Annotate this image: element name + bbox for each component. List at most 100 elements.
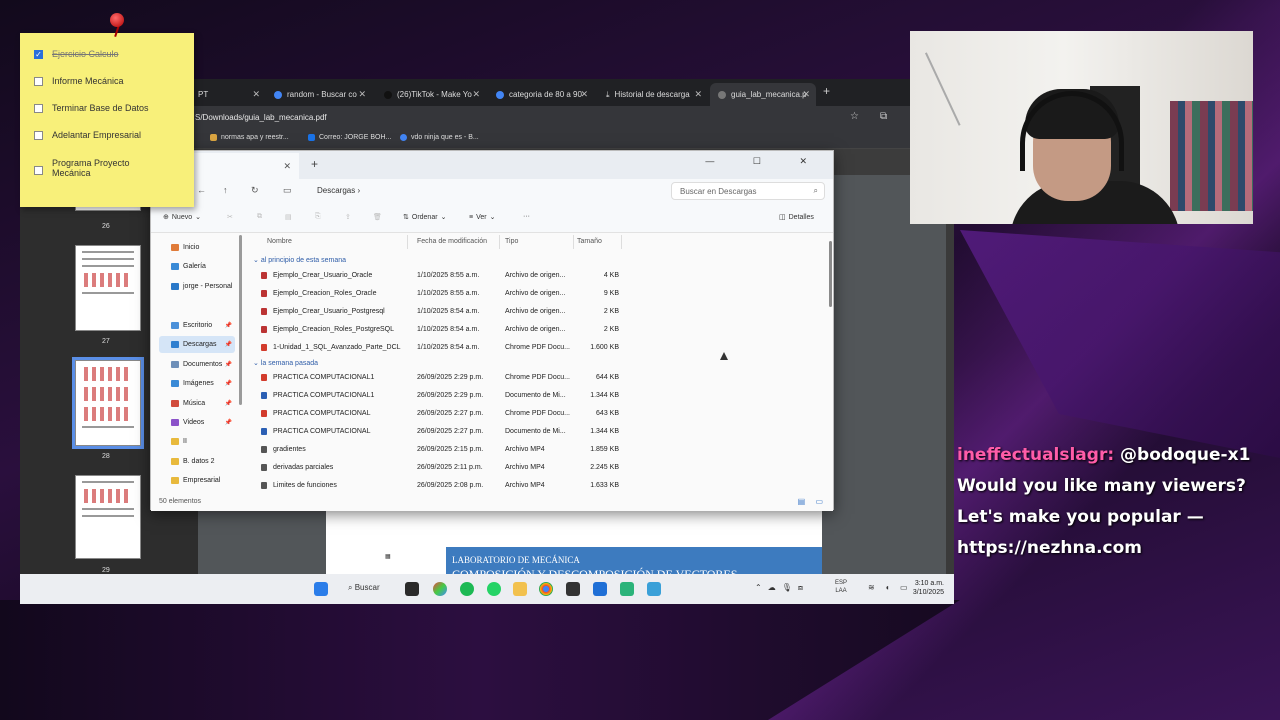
nav-item-imagenes[interactable]: Imágenes 📌 <box>159 375 235 392</box>
column-header-date[interactable]: Fecha de modificación <box>417 238 487 245</box>
window-controls[interactable]: — ☐ ✕ <box>705 156 825 167</box>
table-row[interactable]: derivadas parciales 26/09/2025 2:11 p.m. A… <box>247 459 827 477</box>
browser-tab[interactable]: ⤓ Historial de descarga ✕ <box>598 83 708 106</box>
monitor-icon[interactable]: ▭ <box>283 185 292 196</box>
spotify-icon[interactable] <box>460 582 474 596</box>
group-header[interactable]: ⌄ al principio de esta semana <box>253 256 346 264</box>
browser-tab[interactable]: categoria de 80 a 90 ✕ <box>488 83 594 106</box>
checkbox[interactable] <box>34 104 43 113</box>
view-button[interactable]: ≡ Ver ⌄ <box>469 213 495 222</box>
breadcrumb[interactable]: Descargas › <box>317 186 360 195</box>
nav-pane-scrollbar[interactable] <box>239 235 242 405</box>
task-view-icon[interactable] <box>405 582 419 596</box>
nav-item-folder[interactable]: Empresarial <box>159 472 235 489</box>
network-volume-battery-icons[interactable]: ≋ ◖ ▭ <box>868 583 912 592</box>
table-row[interactable]: PRACTICA COMPUTACIONAL1 26/09/2025 2:29 p… <box>247 387 827 405</box>
details-button[interactable]: ◫ Detalles <box>779 213 814 222</box>
nav-item-escritorio[interactable]: Escritorio 📌 <box>159 317 235 334</box>
checkbox-checked[interactable]: ✓ <box>34 50 43 59</box>
share-icon[interactable]: ⇪ <box>345 213 351 221</box>
column-separator[interactable] <box>499 235 500 249</box>
nav-item-folder[interactable]: B. datos 2 <box>159 453 235 470</box>
table-row[interactable]: Ejemplo_Creacion_Roles_Oracle 1/10/2025 8… <box>247 285 827 303</box>
close-icon[interactable]: ✕ <box>802 89 810 100</box>
column-separator[interactable] <box>573 235 574 249</box>
new-tab-icon[interactable]: + <box>823 84 830 98</box>
nav-item-documentos[interactable]: Documentos 📌 <box>159 356 235 373</box>
search-input[interactable]: Buscar en Descargas ⌕ <box>671 182 825 200</box>
nav-item-onedrive[interactable]: jorge - Personal <box>159 278 235 295</box>
new-button[interactable]: ⊕ Nuevo ⌄ <box>163 213 201 222</box>
checkbox[interactable] <box>34 77 43 86</box>
chrome-icon[interactable] <box>539 582 553 596</box>
column-separator[interactable] <box>407 235 408 249</box>
column-header-size[interactable]: Tamaño <box>577 238 602 245</box>
browser-tab[interactable]: (26)TikTok - Make Yo ✕ <box>376 83 486 106</box>
nav-item-descargas[interactable]: Descargas 📌 <box>159 336 235 353</box>
browser-tab-active[interactable]: guia_lab_mecanica.p ✕ <box>710 83 816 106</box>
file-list-scrollbar[interactable] <box>829 241 832 307</box>
page-thumbnail[interactable] <box>75 245 141 331</box>
file-explorer-icon[interactable] <box>513 582 527 596</box>
close-icon[interactable]: ✕ <box>694 89 702 100</box>
nav-item-inicio[interactable]: Inicio <box>159 239 235 256</box>
table-row[interactable]: Ejemplo_Creacion_Roles_PostgreSQL 1/10/20… <box>247 321 827 339</box>
nav-item-musica[interactable]: Música 📌 <box>159 395 235 412</box>
back-icon[interactable]: ← <box>197 185 206 195</box>
browser-tab[interactable]: random - Buscar co ✕ <box>266 83 372 106</box>
windows-start-icon[interactable] <box>314 582 328 596</box>
table-row[interactable]: Ejemplo_Crear_Usuario_Oracle 1/10/2025 8:… <box>247 267 827 285</box>
app-icon[interactable] <box>566 582 580 596</box>
column-header-type[interactable]: Tipo <box>505 238 518 245</box>
calculator-icon[interactable] <box>647 582 661 596</box>
close-icon[interactable]: ✕ <box>252 89 260 100</box>
new-tab-icon[interactable]: + <box>311 157 318 171</box>
refresh-icon[interactable]: ↻ <box>251 185 259 196</box>
sort-button[interactable]: ⇅ Ordenar ⌄ <box>403 213 446 222</box>
app-icon[interactable] <box>620 582 634 596</box>
nav-item-folder[interactable]: II <box>159 433 235 450</box>
group-header[interactable]: ⌄ la semana pasada <box>253 359 318 367</box>
rename-icon[interactable]: ⎘ <box>315 213 321 221</box>
close-icon[interactable]: ✕ <box>358 89 366 100</box>
star-icon[interactable]: ☆ <box>850 111 859 122</box>
nav-item-galeria[interactable]: Galería <box>159 258 235 275</box>
language-indicator[interactable]: ESP LAA <box>835 579 847 595</box>
table-row[interactable]: PRACTICA COMPUTACIONAL1 26/09/2025 2:29 p… <box>247 369 827 387</box>
table-row[interactable]: 1-Unidad_1_SQL_Avanzado_Parte_DCL 1/10/20… <box>247 339 827 357</box>
sticky-note[interactable]: ✓ Ejercicio Calculo Informe Mecánica Term… <box>20 13 194 207</box>
system-tray-icons[interactable]: ⌃☁🎙⧈ <box>755 583 809 593</box>
table-row[interactable]: PRACTICA COMPUTACIONAL 26/09/2025 2:27 p.… <box>247 405 827 423</box>
page-thumbnail[interactable] <box>75 475 141 559</box>
breadcrumb-item[interactable]: Descargas <box>317 186 355 195</box>
checkbox[interactable] <box>34 131 43 140</box>
table-row[interactable]: PRACTICA COMPUTACIONAL 26/09/2025 2:27 p.… <box>247 423 827 441</box>
delete-icon[interactable]: 🗑 <box>373 213 382 221</box>
taskbar-search[interactable]: ⌕ Buscar <box>348 583 380 593</box>
pdf-scrollbar[interactable] <box>946 175 954 575</box>
column-header-name[interactable]: Nombre <box>267 238 292 245</box>
vscode-icon[interactable] <box>593 582 607 596</box>
up-icon[interactable]: ↑ <box>223 185 228 195</box>
view-toggle-icons[interactable]: ▤ ▭ <box>798 497 827 506</box>
page-thumbnail-selected[interactable] <box>72 357 144 449</box>
bookmark[interactable]: vdo ninja que es - B... <box>400 134 479 141</box>
nav-item-videos[interactable]: Videos 📌 <box>159 414 235 431</box>
close-icon[interactable]: ✕ <box>472 89 480 100</box>
clock[interactable]: 3:10 a.m. 3/10/2025 <box>913 579 944 597</box>
whatsapp-icon[interactable] <box>487 582 501 596</box>
copilot-icon[interactable] <box>433 582 447 596</box>
paste-icon[interactable]: ▤ <box>285 213 292 221</box>
table-row[interactable]: gradientes 26/09/2025 2:15 p.m. Archivo MP… <box>247 441 827 459</box>
column-separator[interactable] <box>621 235 622 249</box>
url-text[interactable]: S/Downloads/guia_lab_mecanica.pdf <box>195 113 327 122</box>
more-options-button[interactable]: ··· <box>523 213 530 220</box>
bookmark[interactable]: normas apa y reestr... <box>210 134 289 141</box>
checkbox[interactable] <box>34 166 43 175</box>
table-row[interactable]: Ejemplo_Crear_Usuario_Postgresql 1/10/202… <box>247 303 827 321</box>
cut-icon[interactable]: ✂ <box>227 213 233 221</box>
browser-tab[interactable]: PT ✕ <box>190 83 266 106</box>
copy-icon[interactable]: ⧉ <box>257 213 262 221</box>
close-icon[interactable]: ✕ <box>580 89 588 100</box>
extensions-icon[interactable]: ⧉ <box>880 111 887 122</box>
